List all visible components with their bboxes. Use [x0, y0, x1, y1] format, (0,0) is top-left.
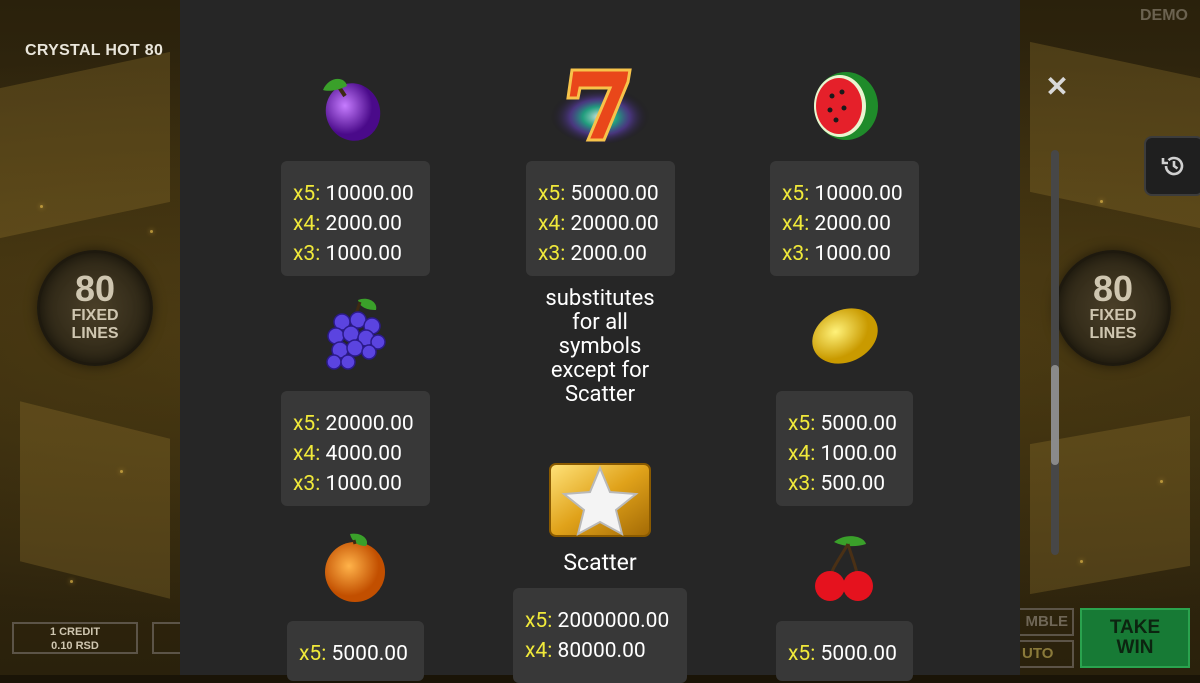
pay-row: x5: 2000000.00 [525, 609, 670, 633]
grapes-icon [326, 298, 386, 370]
history-button[interactable] [1144, 136, 1200, 196]
plum-icon [323, 78, 381, 141]
pay-row: x4: 2000.00 [293, 212, 402, 236]
pay-row: x4: 20000.00 [538, 212, 659, 236]
pay-row: x5: 50000.00 [538, 182, 659, 206]
paybox-cherry: x5: 5000.00 [776, 621, 913, 681]
seven-icon [550, 68, 650, 144]
close-icon[interactable]: ✕ [1044, 73, 1070, 101]
paybox-seven: x5: 50000.00 x4: 20000.00 x3: 2000.00 [526, 161, 675, 276]
pay-row: x4: 2000.00 [782, 212, 891, 236]
pay-row: x5: 5000.00 [299, 642, 408, 666]
pay-row: x3: 1000.00 [293, 472, 402, 496]
credit-value-button[interactable]: 1 CREDIT 0.10 RSD [12, 622, 138, 654]
pay-row: x5: 10000.00 [293, 182, 414, 206]
demo-label: DEMO [1140, 7, 1188, 24]
take-win-label-1: TAKE [1109, 617, 1161, 638]
paybox-scatter: x5: 2000000.00 x4: 80000.00 [513, 588, 687, 683]
take-win-label-2: WIN [1116, 637, 1154, 658]
credit-amount: 0.10 RSD [51, 640, 99, 652]
paytable-scrollbar[interactable] [1051, 150, 1059, 555]
lemon-icon [812, 308, 878, 364]
wild-description: substitutes for all symbols except for S… [545, 286, 655, 407]
lines-label-1: FIXED [1089, 307, 1137, 324]
paybox-grapes: x5: 20000.00 x4: 4000.00 x3: 1000.00 [281, 391, 430, 506]
scrollbar-thumb[interactable] [1051, 365, 1059, 465]
paybox-orange: x5: 5000.00 [287, 621, 424, 681]
pay-row: x5: 5000.00 [788, 642, 897, 666]
pay-row: x4: 1000.00 [788, 442, 897, 466]
pay-row: x4: 4000.00 [293, 442, 402, 466]
pay-row: x5: 10000.00 [782, 182, 903, 206]
game-title: CRYSTAL HOT 80 [25, 42, 164, 59]
cherry-icon [815, 536, 873, 601]
pay-row: x5: 20000.00 [293, 412, 414, 436]
orange-icon [325, 533, 385, 602]
bet-button[interactable] [152, 622, 182, 654]
pay-row: x5: 5000.00 [788, 412, 897, 436]
take-win-button[interactable]: TAKE WIN [1080, 608, 1190, 668]
history-icon [1161, 156, 1184, 176]
fixed-lines-badge-left: 80 FIXED LINES [37, 250, 153, 366]
paybox-plum: x5: 10000.00 x4: 2000.00 x3: 1000.00 [281, 161, 430, 276]
pay-row: x3: 2000.00 [538, 242, 647, 266]
gamble-button[interactable]: MBLE [1016, 608, 1074, 636]
credit-count: 1 CREDIT [49, 626, 101, 638]
scatter-label: Scatter [563, 549, 637, 576]
lines-label-1: FIXED [71, 307, 119, 324]
lines-count: 80 [1092, 268, 1134, 309]
star-scatter-icon [549, 463, 651, 537]
pay-row: x3: 500.00 [788, 472, 886, 496]
lines-count: 80 [74, 268, 116, 309]
pay-row: x3: 1000.00 [293, 242, 402, 266]
fixed-lines-badge-right: 80 FIXED LINES [1055, 250, 1171, 366]
lines-label-2: LINES [71, 325, 119, 342]
paybox-lemon: x5: 5000.00 x4: 1000.00 x3: 500.00 [776, 391, 913, 506]
pay-row: x3: 1000.00 [782, 242, 891, 266]
lines-label-2: LINES [1089, 325, 1137, 342]
watermelon-icon [814, 72, 878, 140]
pay-row: x4: 80000.00 [525, 639, 646, 663]
paybox-watermelon: x5: 10000.00 x4: 2000.00 x3: 1000.00 [770, 161, 919, 276]
autoplay-button[interactable]: UTO [1016, 640, 1074, 668]
